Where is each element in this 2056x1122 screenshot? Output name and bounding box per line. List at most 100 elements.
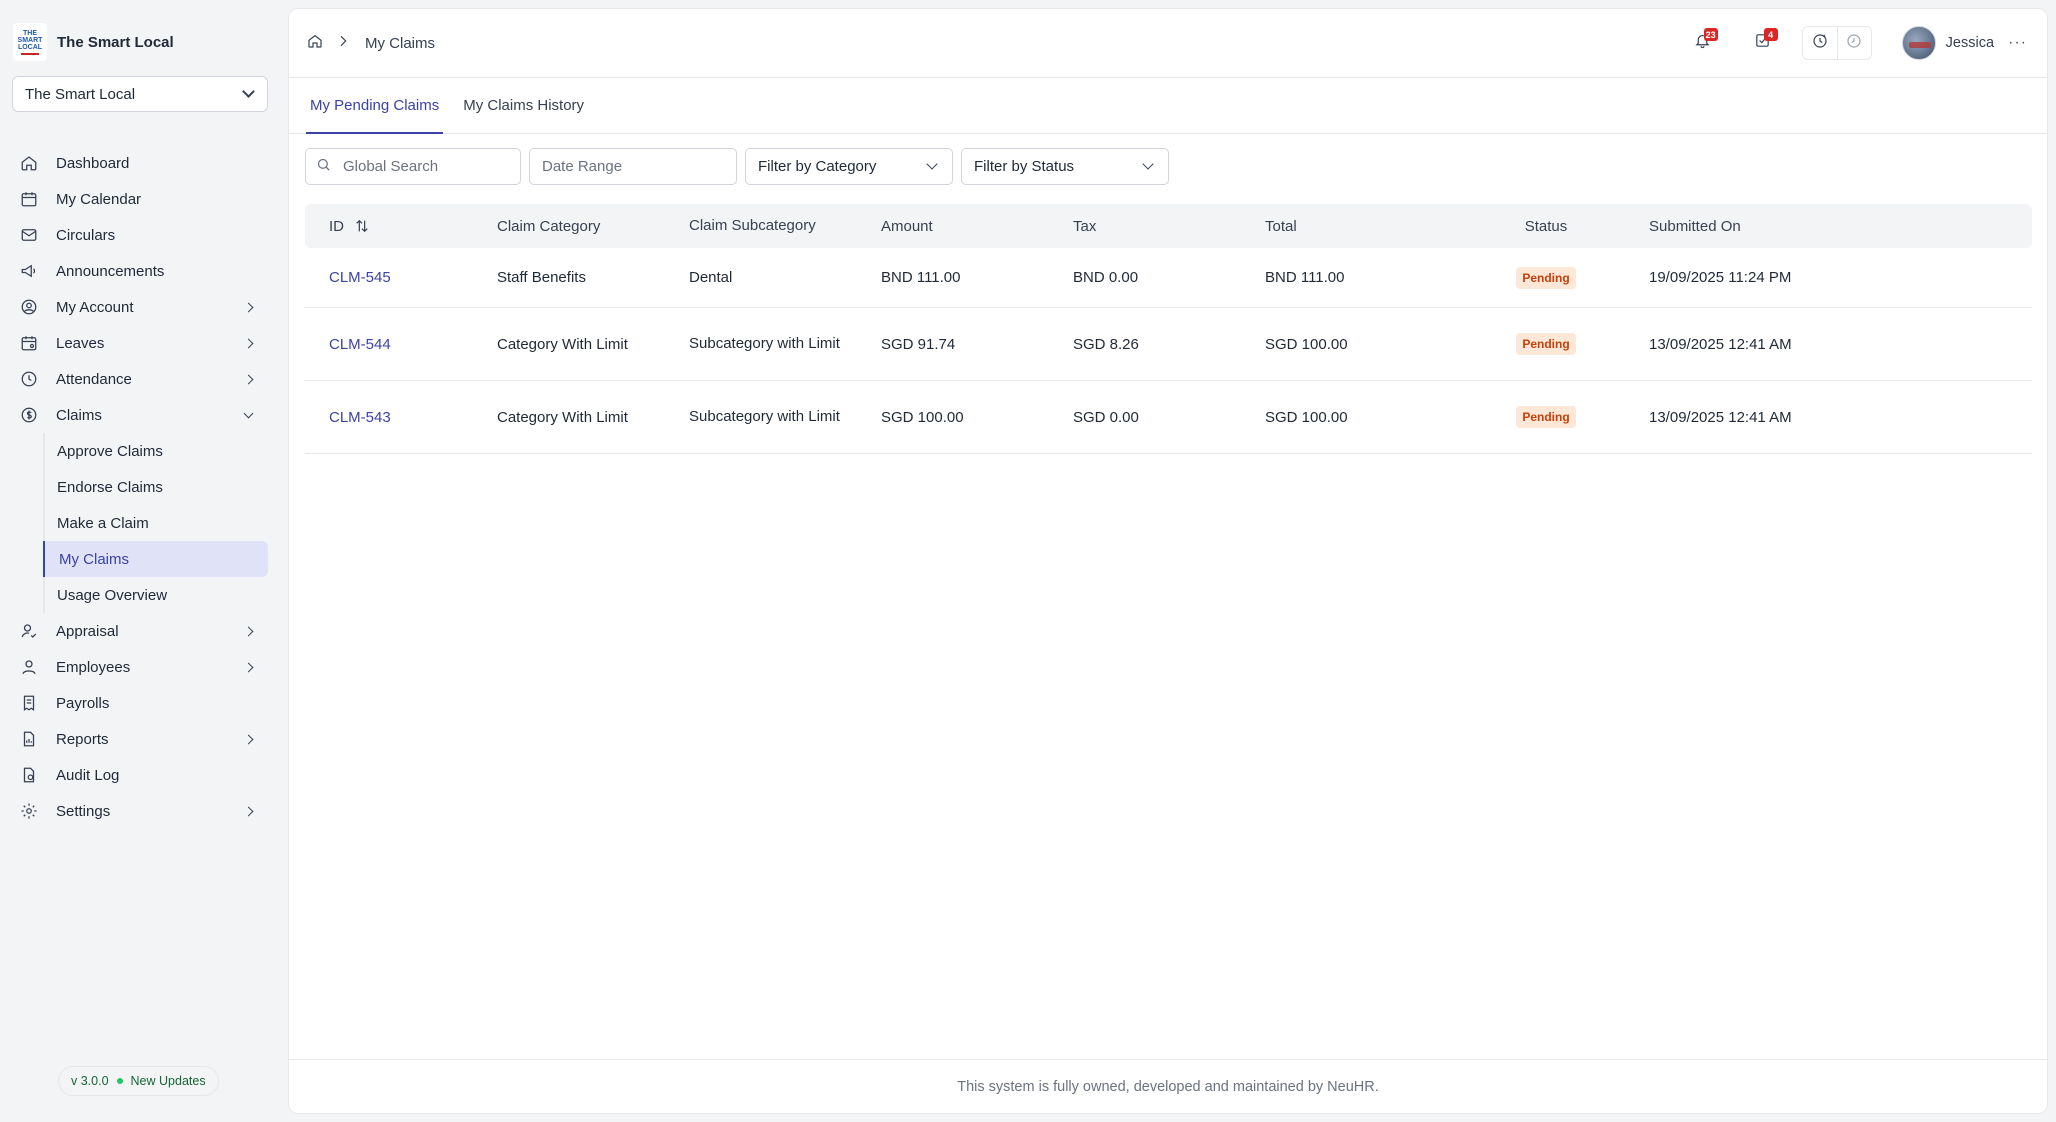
column-header-total: Total xyxy=(1265,217,1297,235)
brand[interactable]: THE SMART LOCAL The Smart Local xyxy=(13,23,174,61)
sidebar-item-claims[interactable]: Claims xyxy=(20,397,268,433)
submitted-on-cell: 13/09/2025 12:41 AM xyxy=(1649,408,1792,426)
sidebar-item-announcements[interactable]: Announcements xyxy=(20,253,268,289)
home-icon[interactable] xyxy=(307,33,323,53)
receipt-icon xyxy=(20,694,38,712)
column-header-id[interactable]: ID xyxy=(305,218,497,235)
column-header-claim-category: Claim Category xyxy=(497,217,601,235)
sidebar: THE SMART LOCAL The Smart Local The Smart … xyxy=(0,0,285,1122)
chevron-right-icon xyxy=(243,734,254,744)
chevron-right-icon xyxy=(243,374,254,384)
tasks-button[interactable]: 4 xyxy=(1750,28,1778,56)
chevron-right-icon xyxy=(335,33,351,53)
table-row[interactable]: CLM-543 Category With Limit Subcategory … xyxy=(305,381,2032,454)
clock-icon xyxy=(20,370,38,388)
date-range-input[interactable]: Date Range xyxy=(529,148,737,185)
sidebar-item-my-claims[interactable]: My Claims xyxy=(43,541,268,577)
category-filter-select[interactable]: Filter by Category xyxy=(745,148,953,185)
chevron-right-icon xyxy=(243,662,254,672)
footer: This system is fully owned, developed an… xyxy=(289,1059,2047,1113)
version-number: v 3.0.0 xyxy=(71,1074,109,1088)
sidebar-item-circulars[interactable]: Circulars xyxy=(20,217,268,253)
clock-in-button[interactable] xyxy=(1803,27,1837,59)
mail-icon xyxy=(20,226,38,244)
claim-subcategory-cell: Subcategory with Limit xyxy=(689,335,840,352)
amount-cell: SGD 91.74 xyxy=(881,335,956,353)
breadcrumb-current: My Claims xyxy=(365,34,435,52)
claim-id-link[interactable]: CLM-544 xyxy=(329,336,391,353)
total-cell: SGD 100.00 xyxy=(1265,408,1348,426)
table-row[interactable]: CLM-545 Staff Benefits Dental BND 111.00… xyxy=(305,248,2032,308)
column-header-submitted-on: Submitted On xyxy=(1649,217,1741,235)
sidebar-item-approve-claims[interactable]: Approve Claims xyxy=(45,433,268,469)
sidebar-nav: Dashboard My Calendar Circulars Announce… xyxy=(20,145,268,829)
dollar-icon xyxy=(20,406,38,424)
sidebar-item-label: Dashboard xyxy=(56,154,130,172)
tab-my-claims-history[interactable]: My Claims History xyxy=(459,78,588,134)
user-name[interactable]: Jessica xyxy=(1946,35,1994,51)
status-badge: Pending xyxy=(1516,266,1576,289)
sidebar-item-settings[interactable]: Settings xyxy=(20,793,268,829)
version-badge[interactable]: v 3.0.0 New Updates xyxy=(58,1066,219,1096)
search-placeholder: Global Search xyxy=(343,158,439,175)
sidebar-item-label: Reports xyxy=(56,730,109,748)
sidebar-item-label: Payrolls xyxy=(56,694,110,712)
claims-table: ID Claim Category Claim Subcategory Amou… xyxy=(305,204,2032,454)
sidebar-item-label: Leaves xyxy=(56,334,105,352)
sidebar-item-my-account[interactable]: My Account xyxy=(20,289,268,325)
sidebar-item-payrolls[interactable]: Payrolls xyxy=(20,685,268,721)
sidebar-item-reports[interactable]: Reports xyxy=(20,721,268,757)
tax-cell: BND 0.00 xyxy=(1073,269,1139,286)
brand-name: The Smart Local xyxy=(57,33,174,51)
amount-cell: SGD 100.00 xyxy=(881,408,964,426)
breadcrumb: My Claims xyxy=(307,33,435,53)
sidebar-item-audit-log[interactable]: Audit Log xyxy=(20,757,268,793)
sidebar-item-label: Announcements xyxy=(56,262,165,280)
claim-category-cell: Category With Limit xyxy=(497,408,628,426)
organization-select-value: The Smart Local xyxy=(25,85,136,103)
total-cell: BND 111.00 xyxy=(1265,269,1345,286)
notifications-count-badge: 23 xyxy=(1703,28,1718,41)
more-options-icon[interactable]: ··· xyxy=(2008,34,2027,52)
table-row[interactable]: CLM-544 Category With Limit Subcategory … xyxy=(305,308,2032,381)
status-badge: Pending xyxy=(1516,333,1576,355)
sidebar-item-leaves[interactable]: Leaves xyxy=(20,325,268,361)
status-filter-select[interactable]: Filter by Status xyxy=(961,148,1169,185)
clock-out-icon xyxy=(1845,32,1863,55)
table-header: ID Claim Category Claim Subcategory Amou… xyxy=(305,204,2032,248)
sidebar-item-attendance[interactable]: Attendance xyxy=(20,361,268,397)
avatar[interactable] xyxy=(1901,26,1936,60)
sidebar-item-usage-overview[interactable]: Usage Overview xyxy=(45,577,268,613)
sidebar-item-dashboard[interactable]: Dashboard xyxy=(20,145,268,181)
filters-bar: Global Search Date Range Filter by Categ… xyxy=(305,148,1177,185)
global-search-input[interactable]: Global Search xyxy=(305,148,521,185)
organization-select[interactable]: The Smart Local xyxy=(12,76,268,112)
claim-id-link[interactable]: CLM-543 xyxy=(329,409,391,426)
sidebar-item-appraisal[interactable]: Appraisal xyxy=(20,613,268,649)
tab-my-pending-claims[interactable]: My Pending Claims xyxy=(306,78,444,134)
sidebar-item-label: My Account xyxy=(56,298,134,316)
sidebar-item-label: Attendance xyxy=(56,370,132,388)
status-badge: Pending xyxy=(1516,406,1576,428)
claim-id-link[interactable]: CLM-545 xyxy=(329,269,391,286)
footer-text: This system is fully owned, developed an… xyxy=(957,1078,1379,1095)
category-filter-value: Filter by Category xyxy=(758,158,877,175)
submitted-on-cell: 19/09/2025 11:24 PM xyxy=(1649,269,1792,286)
search-icon xyxy=(316,157,343,176)
tax-cell: SGD 8.26 xyxy=(1073,335,1139,353)
sidebar-item-endorse-claims[interactable]: Endorse Claims xyxy=(45,469,268,505)
sidebar-item-label: Appraisal xyxy=(56,622,119,640)
sidebar-item-label: Employees xyxy=(56,658,131,676)
sort-icon[interactable] xyxy=(354,218,370,234)
file-chart-icon xyxy=(20,730,38,748)
clock-out-button[interactable] xyxy=(1836,27,1871,59)
sidebar-item-label: Circulars xyxy=(56,226,116,244)
sidebar-item-make-a-claim[interactable]: Make a Claim xyxy=(45,505,268,541)
sidebar-item-employees[interactable]: Employees xyxy=(20,649,268,685)
sidebar-item-my-calendar[interactable]: My Calendar xyxy=(20,181,268,217)
clock-in-out-group xyxy=(1801,26,1872,60)
new-updates-label: New Updates xyxy=(130,1074,206,1088)
column-header-amount: Amount xyxy=(881,217,933,235)
column-header-label: ID xyxy=(329,217,344,235)
notifications-button[interactable]: 23 xyxy=(1690,28,1718,56)
